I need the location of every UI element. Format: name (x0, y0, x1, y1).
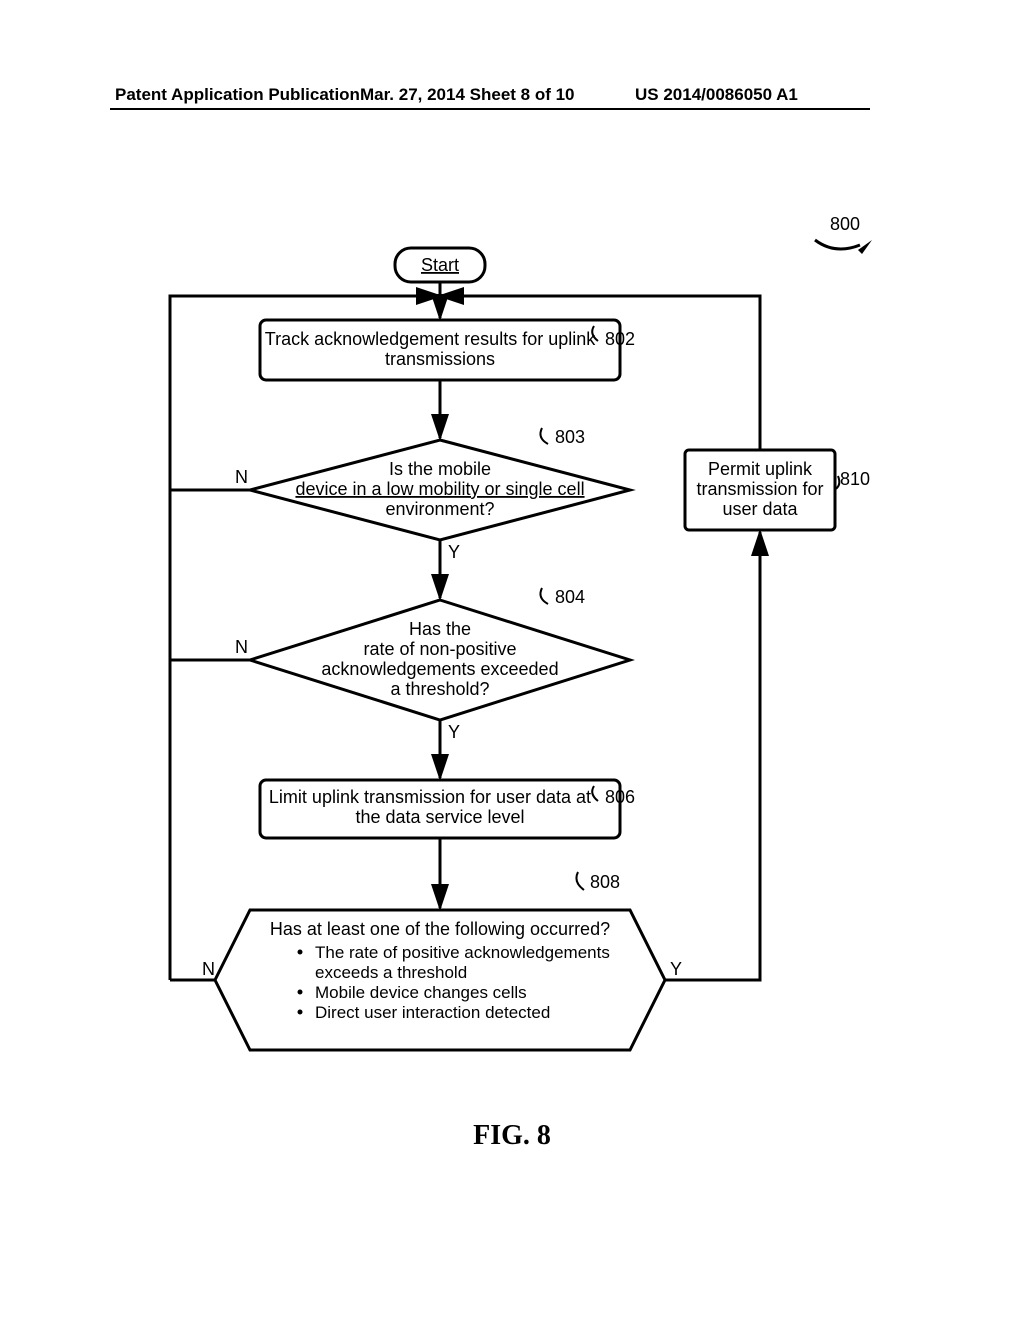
decision-804: Has the rate of non-positive acknowledge… (250, 587, 630, 720)
svg-text:Start: Start (421, 255, 459, 275)
start-terminator: Start (395, 248, 485, 282)
svg-text:Limit uplink transmission for: Limit uplink transmission for user data … (269, 787, 591, 807)
ref-810: 810 (840, 469, 870, 489)
svg-text:user data: user data (722, 499, 798, 519)
box-810: Permit uplink transmission for user data… (685, 450, 870, 530)
svg-text:Permit uplink: Permit uplink (708, 459, 813, 479)
svg-text:N: N (202, 959, 215, 979)
figure-caption: FIG. 8 (0, 1120, 1024, 1152)
svg-text:transmissions: transmissions (385, 349, 495, 369)
ref-804: 804 (555, 587, 585, 607)
header-rule (110, 108, 870, 110)
svg-text:the data service level: the data service level (355, 807, 524, 827)
ref-808: 808 (590, 872, 620, 892)
svg-text:Is the mobile: Is the mobile (389, 459, 491, 479)
header-left: Patent Application Publication (115, 85, 360, 105)
ref-806: 806 (605, 787, 635, 807)
svg-text:rate of non-positive: rate of non-positive (363, 639, 516, 659)
svg-text:a threshold?: a threshold? (390, 679, 489, 699)
svg-text:Mobile device changes cells: Mobile device changes cells (315, 983, 527, 1002)
page: Patent Application Publication Mar. 27, … (0, 0, 1024, 1320)
header-right: US 2014/0086050 A1 (635, 85, 798, 105)
svg-text:Y: Y (448, 722, 460, 742)
flowchart: 800 Start Track acknowledgement results … (110, 200, 880, 1100)
svg-text:transmission for: transmission for (696, 479, 823, 499)
header-center: Mar. 27, 2014 Sheet 8 of 10 (360, 85, 575, 105)
svg-text:Track acknowledgement results: Track acknowledgement results for uplink (265, 329, 596, 349)
svg-text:exceeds a threshold: exceeds a threshold (315, 963, 467, 982)
svg-text:acknowledgements exceeded: acknowledgements exceeded (321, 659, 558, 679)
svg-text:device in a low mobility or si: device in a low mobility or single cell (295, 479, 584, 499)
svg-text:Y: Y (448, 542, 460, 562)
svg-text:Has the: Has the (409, 619, 471, 639)
svg-text:N: N (235, 467, 248, 487)
svg-text:Y: Y (670, 959, 682, 979)
svg-text:N: N (235, 637, 248, 657)
ref-803: 803 (555, 427, 585, 447)
svg-text:Has at least one of the follow: Has at least one of the following occurr… (270, 919, 610, 939)
ref-802: 802 (605, 329, 635, 349)
box-806: Limit uplink transmission for user data … (260, 780, 635, 838)
svg-text:Direct user interaction detect: Direct user interaction detected (315, 1003, 550, 1022)
box-802: Track acknowledgement results for uplink… (260, 320, 635, 380)
svg-text:environment?: environment? (385, 499, 494, 519)
ref-800: 800 (830, 214, 860, 234)
svg-text:The rate of positive acknowled: The rate of positive acknowledgements (315, 943, 610, 962)
decision-803: Is the mobile device in a low mobility o… (250, 427, 630, 540)
